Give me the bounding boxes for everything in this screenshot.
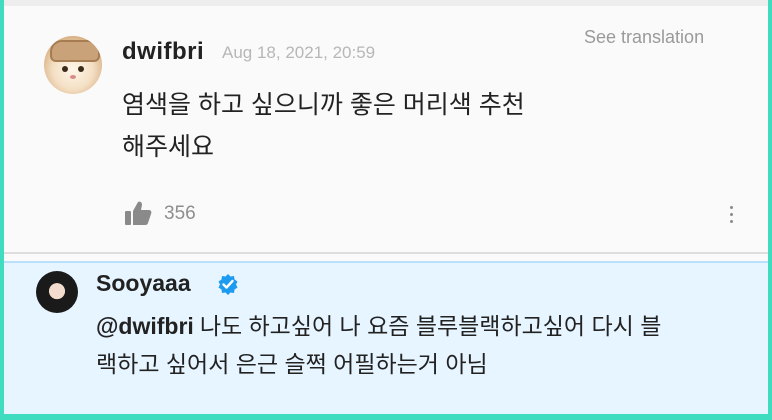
mention-link[interactable]: @dwifbri (96, 313, 194, 339)
verified-badge-icon (217, 273, 239, 295)
post-username[interactable]: dwifbri (122, 38, 204, 66)
hat-shape (50, 40, 100, 62)
reply-avatar[interactable] (36, 271, 78, 313)
reply-line-text: 나도 하고싶어 나 요즘 블루블랙하고싶어 다시 블 (199, 313, 662, 339)
thumbs-up-icon[interactable] (124, 200, 152, 226)
comment-line: 해주세요 (122, 133, 215, 161)
avatar-eye (62, 66, 68, 72)
reply-text: @dwifbri 나도 하고싶어 나 요즘 블루블랙하고싶어 다시 블 랙하고 싶… (96, 307, 736, 383)
avatar-nose (70, 75, 76, 79)
post-timestamp: Aug 18, 2021, 20:59 (222, 43, 376, 62)
comment-thread: dwifbri Aug 18, 2021, 20:59 See translat… (4, 0, 768, 414)
reply-card: Sooyaaa @dwifbri 나도 하고싶어 나 요즘 블루블랙하고싶어 다시… (4, 261, 768, 414)
top-strip (4, 0, 768, 6)
reply-username[interactable]: Sooyaaa (96, 270, 191, 297)
comment-line: 염색을 하고 싶으니까 좋은 머리색 추천 (122, 91, 525, 119)
comment-text: 염색을 하고 싶으니까 좋은 머리색 추천 해주세요 (122, 84, 592, 168)
avatar[interactable] (44, 36, 102, 94)
more-vertical-icon[interactable] (726, 202, 736, 230)
divider (4, 252, 768, 254)
see-translation-link[interactable]: See translation (584, 27, 704, 48)
reply-line: 랙하고 싶어서 은근 슬쩍 어필하는거 아님 (96, 351, 488, 377)
avatar-eye (78, 66, 84, 72)
like-count: 356 (164, 203, 196, 224)
reply-line: @dwifbri 나도 하고싶어 나 요즘 블루블랙하고싶어 다시 블 (96, 307, 736, 345)
